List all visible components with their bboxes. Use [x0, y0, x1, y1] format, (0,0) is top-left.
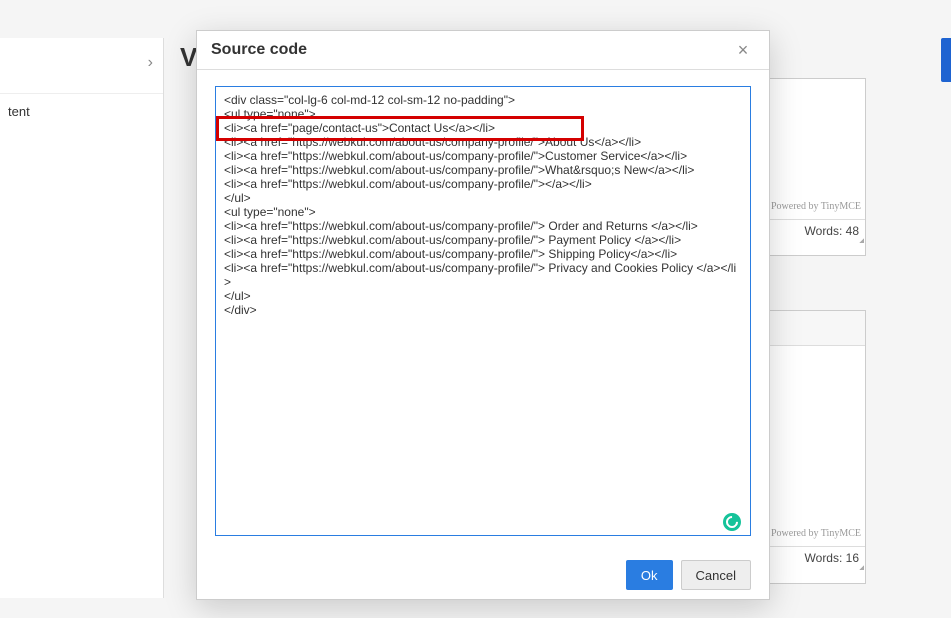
modal-title: Source code — [211, 41, 731, 59]
close-icon[interactable]: × — [731, 38, 755, 62]
ok-button[interactable]: Ok — [626, 560, 673, 590]
source-code-modal: Source code × Ok Cancel — [196, 30, 770, 600]
modal-footer: Ok Cancel — [197, 551, 769, 599]
modal-body — [197, 70, 769, 551]
modal-header: Source code × — [197, 31, 769, 70]
code-area-wrap — [215, 86, 751, 541]
cancel-button[interactable]: Cancel — [681, 560, 751, 590]
source-code-textarea[interactable] — [215, 86, 751, 536]
